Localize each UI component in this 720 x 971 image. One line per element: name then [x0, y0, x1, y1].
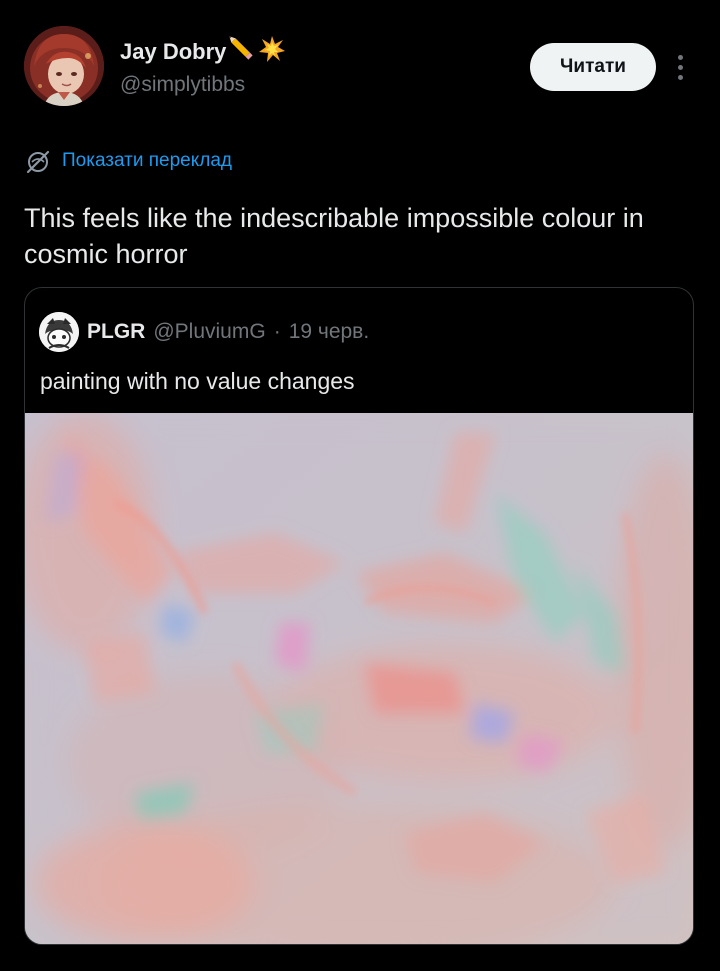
separator-dot: ·	[273, 320, 281, 343]
dot-icon	[677, 54, 683, 60]
translate-label: Показати переклад	[62, 150, 233, 171]
dot-icon	[677, 64, 683, 70]
pastel-painting-image-icon	[25, 413, 693, 944]
tweet-detail: Jay Dobry @simplytibbs Читати Показати п…	[0, 0, 720, 971]
quoted-tweet-image[interactable]	[25, 413, 693, 944]
show-translation-link[interactable]: Показати переклад	[24, 146, 232, 176]
dot-icon	[677, 74, 683, 80]
follow-button[interactable]: Читати	[530, 43, 656, 91]
avatar-image-icon	[39, 312, 79, 352]
quoted-author-name[interactable]: PLGR	[87, 320, 145, 344]
author-handle[interactable]: @simplytibbs	[120, 71, 245, 99]
tweet-text: This feels like the indescribable imposs…	[24, 203, 644, 269]
avatar-image-icon	[24, 26, 104, 106]
more-options-icon[interactable]	[668, 50, 692, 84]
author-avatar[interactable]	[24, 26, 104, 106]
author-name[interactable]: Jay Dobry	[120, 34, 288, 72]
quoted-tweet-card[interactable]: PLGR @PluviumG · 19 черв. painting with …	[24, 287, 694, 945]
quoted-tweet-header: PLGR @PluviumG · 19 черв.	[39, 312, 369, 352]
globe-slash-icon	[26, 150, 50, 174]
quoted-author-avatar[interactable]	[39, 312, 79, 352]
quoted-tweet-date[interactable]: 19 черв.	[289, 320, 369, 344]
quoted-author-handle[interactable]: @PluviumG	[153, 320, 265, 344]
pencil-explosion-emoji-icon	[228, 34, 288, 72]
author-name-text: Jay Dobry	[120, 38, 227, 64]
quoted-tweet-text: painting with no value changes	[40, 368, 355, 394]
